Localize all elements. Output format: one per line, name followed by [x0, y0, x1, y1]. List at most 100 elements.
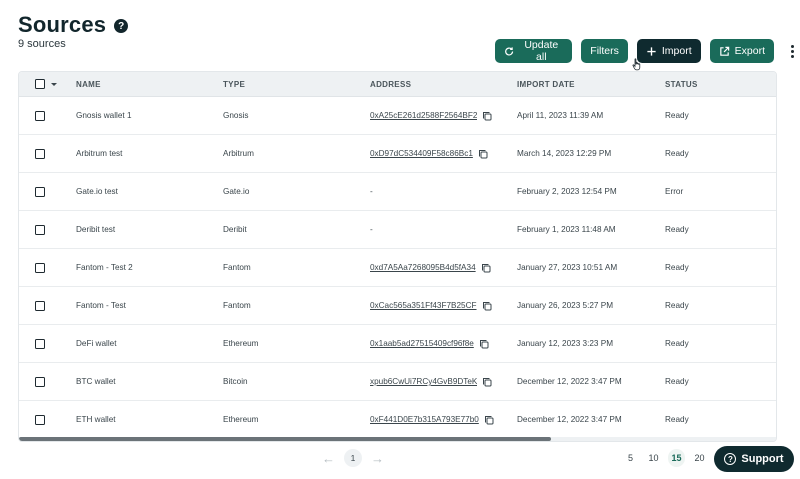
sources-table: NAME TYPE ADDRESS IMPORT DATE STATUS Gno… [18, 71, 777, 442]
header-type[interactable]: TYPE [223, 80, 370, 89]
row-checkbox[interactable] [35, 376, 45, 387]
plus-icon [647, 46, 656, 56]
update-all-label: Update all [524, 39, 559, 63]
address-cell: 0xD97dC534409F58c86Bc1 [370, 149, 517, 159]
address-link[interactable]: 0xA25cE261d2588F2564BF2 [370, 111, 477, 120]
address-link[interactable]: xpub6CwUi7RCy4GvB9DTeK [370, 377, 477, 386]
source-name: Gnosis wallet 1 [76, 111, 132, 120]
address-link[interactable]: 0x1aab5ad27515409cf96f8e [370, 339, 474, 348]
page-number[interactable]: 1 [344, 449, 362, 467]
table-row[interactable]: Fantom - Test Fantom 0xCac565a351Ff43F7B… [19, 287, 776, 325]
address-cell: 0xCac565a351Ff43F7B25CF [370, 301, 517, 311]
copy-icon[interactable] [478, 149, 488, 159]
page-title: Sources [18, 12, 107, 37]
source-type: Arbitrum [223, 149, 254, 158]
table-row[interactable]: Gnosis wallet 1 Gnosis 0xA25cE261d2588F2… [19, 97, 776, 135]
row-select-cell [19, 300, 76, 311]
filters-label: Filters [590, 45, 619, 57]
update-all-button[interactable]: Update all [495, 39, 573, 63]
copy-icon[interactable] [481, 263, 491, 273]
row-checkbox[interactable] [35, 262, 45, 273]
row-select-cell [19, 376, 76, 387]
table-row[interactable]: Gate.io test Gate.io - February 2, 2023 … [19, 173, 776, 211]
filters-button[interactable]: Filters [581, 39, 628, 63]
export-button[interactable]: Export [709, 39, 775, 63]
pagination: ← 1 → [322, 449, 384, 467]
source-type: Deribit [223, 225, 247, 234]
table-row[interactable]: ETH wallet Ethereum 0xF441D0E7b315A793E7… [19, 401, 776, 439]
header-address[interactable]: ADDRESS [370, 80, 517, 89]
more-options-icon[interactable] [785, 39, 800, 63]
hand-cursor-icon [632, 58, 641, 71]
address-link[interactable]: 0xF441D0E7b315A793E77b0 [370, 415, 479, 424]
row-checkbox[interactable] [35, 338, 45, 349]
status-badge: Ready [665, 415, 689, 424]
chevron-down-icon[interactable] [51, 82, 57, 86]
select-all-checkbox[interactable] [35, 79, 45, 89]
status-badge: Ready [665, 263, 689, 272]
copy-icon[interactable] [482, 301, 492, 311]
support-button[interactable]: ? Support [714, 446, 794, 472]
copy-icon[interactable] [479, 339, 489, 349]
address-empty: - [370, 225, 373, 234]
import-button[interactable]: Import [636, 39, 701, 63]
import-date: March 14, 2023 12:29 PM [517, 149, 612, 158]
address-link[interactable]: 0xCac565a351Ff43F7B25CF [370, 301, 477, 310]
sources-count: 9 sources [18, 38, 66, 50]
help-icon[interactable]: ? [114, 19, 129, 33]
next-page-icon[interactable]: → [371, 451, 384, 466]
row-checkbox[interactable] [35, 110, 45, 121]
address-cell: 0xF441D0E7b315A793E77b0 [370, 415, 517, 425]
status-badge: Ready [665, 111, 689, 120]
header-status[interactable]: STATUS [665, 80, 775, 89]
source-type: Fantom [223, 263, 251, 272]
copy-icon[interactable] [484, 415, 494, 425]
row-select-cell [19, 110, 76, 121]
status-badge: Ready [665, 225, 689, 234]
address-cell: - [370, 225, 517, 234]
status-badge: Ready [665, 301, 689, 310]
table-row[interactable]: BTC wallet Bitcoin xpub6CwUi7RCy4GvB9DTe… [19, 363, 776, 401]
address-cell: 0xA25cE261d2588F2564BF2 [370, 111, 517, 121]
import-label: Import [661, 45, 692, 57]
row-checkbox[interactable] [35, 224, 45, 235]
address-link[interactable]: 0xd7A5Aa7268095B4d5fA34 [370, 263, 476, 272]
import-date: February 1, 2023 11:48 AM [517, 225, 616, 234]
source-name: Fantom - Test 2 [76, 263, 133, 272]
copy-icon[interactable] [482, 377, 492, 387]
address-link[interactable]: 0xD97dC534409F58c86Bc1 [370, 149, 473, 158]
refresh-icon [505, 46, 514, 55]
table-row[interactable]: DeFi wallet Ethereum 0x1aab5ad27515409cf… [19, 325, 776, 363]
row-checkbox[interactable] [35, 300, 45, 311]
row-select-cell [19, 262, 76, 273]
copy-icon[interactable] [482, 111, 492, 121]
import-date: February 2, 2023 12:54 PM [517, 187, 617, 196]
source-type: Fantom [223, 301, 251, 310]
page-size-option[interactable]: 10 [645, 449, 662, 467]
page-size-option[interactable]: 20 [691, 449, 708, 467]
import-date: December 12, 2022 3:47 PM [517, 377, 622, 386]
source-name: ETH wallet [76, 415, 116, 424]
import-date: January 26, 2023 5:27 PM [517, 301, 614, 310]
status-badge: Ready [665, 377, 689, 386]
import-date: December 12, 2022 3:47 PM [517, 415, 622, 424]
row-checkbox[interactable] [35, 186, 45, 197]
source-type: Gate.io [223, 187, 250, 196]
table-row[interactable]: Deribit test Deribit - February 1, 2023 … [19, 211, 776, 249]
prev-page-icon[interactable]: ← [322, 451, 335, 466]
page-size-option-active[interactable]: 15 [668, 449, 685, 467]
page-size-option[interactable]: 5 [622, 449, 639, 467]
source-type: Bitcoin [223, 377, 248, 386]
select-all-cell [19, 79, 76, 89]
header-import-date[interactable]: IMPORT DATE [517, 80, 665, 89]
source-name: Fantom - Test [76, 301, 126, 310]
row-select-cell [19, 186, 76, 197]
header-name[interactable]: NAME [76, 80, 223, 89]
address-empty: - [370, 187, 373, 196]
table-row[interactable]: Fantom - Test 2 Fantom 0xd7A5Aa7268095B4… [19, 249, 776, 287]
row-checkbox[interactable] [35, 414, 45, 425]
scrollbar-thumb[interactable] [19, 437, 551, 441]
table-row[interactable]: Arbitrum test Arbitrum 0xD97dC534409F58c… [19, 135, 776, 173]
row-checkbox[interactable] [35, 148, 45, 159]
horizontal-scrollbar[interactable] [19, 437, 776, 441]
